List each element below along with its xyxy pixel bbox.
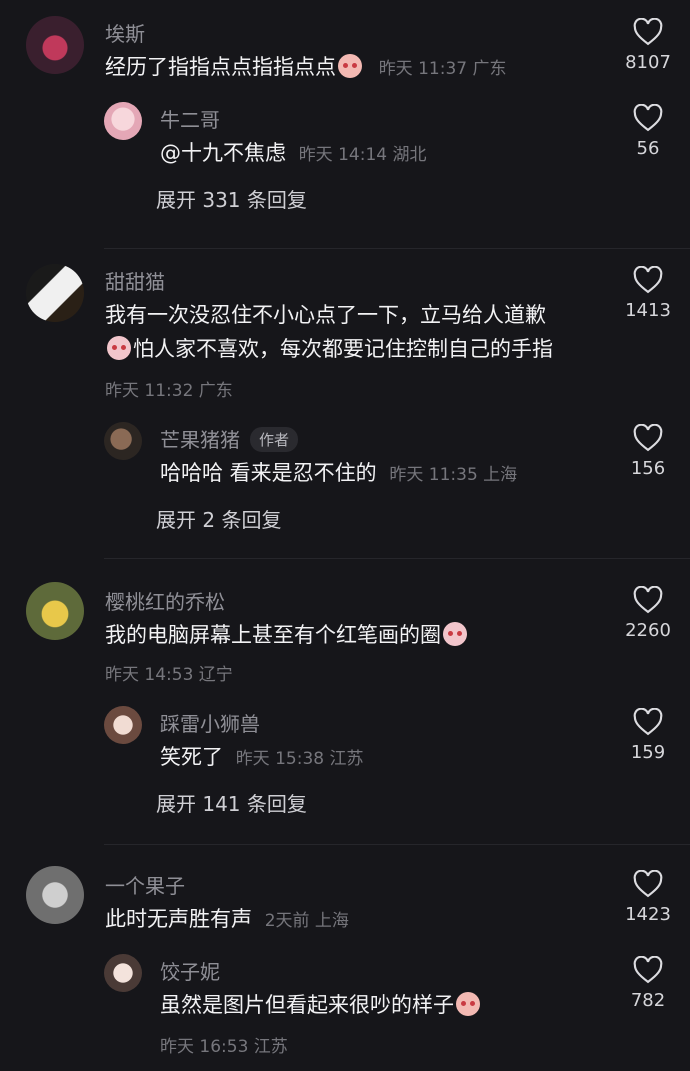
- like-count: 2260: [625, 620, 671, 641]
- like-count: 1423: [625, 904, 671, 925]
- like-button[interactable]: 2260: [608, 586, 688, 641]
- heart-outline-icon: [633, 586, 663, 614]
- avatar[interactable]: [104, 706, 142, 744]
- like-count: 1413: [625, 300, 671, 321]
- like-button[interactable]: 56: [608, 104, 688, 159]
- divider: [104, 248, 690, 249]
- like-count: 56: [636, 138, 660, 159]
- comment-text: 经历了指指点点指指点点 昨天 11:37 广东: [105, 54, 507, 79]
- crying-face-emoji: [107, 336, 131, 360]
- avatar[interactable]: [26, 16, 84, 74]
- comment-username[interactable]: 埃斯: [105, 18, 145, 47]
- like-button[interactable]: 8107: [608, 18, 688, 73]
- like-button[interactable]: 156: [608, 424, 688, 479]
- reply-meta: 昨天 16:53 江苏: [160, 1037, 288, 1057]
- like-count: 8107: [625, 52, 671, 73]
- avatar[interactable]: [104, 422, 142, 460]
- comment-username[interactable]: 樱桃红的乔松: [105, 586, 225, 615]
- like-button[interactable]: 159: [608, 708, 688, 763]
- comment-text: 我有一次没忍住不小心点了一下，立马给人道歉: [105, 303, 546, 327]
- avatar[interactable]: [26, 582, 84, 640]
- like-button[interactable]: 1413: [608, 266, 688, 321]
- like-button[interactable]: 782: [608, 956, 688, 1011]
- comment-meta: 昨天 14:53 辽宁: [105, 665, 233, 685]
- reply-username[interactable]: 牛二哥: [160, 104, 220, 133]
- heart-outline-icon: [633, 870, 663, 898]
- reply-username[interactable]: 踩雷小狮兽: [160, 708, 260, 737]
- reply-meta: 昨天 15:38 江苏: [235, 749, 364, 769]
- blushing-face-emoji: [338, 54, 362, 78]
- comment-meta: 2天前 上海: [264, 911, 349, 931]
- comment-username[interactable]: 甜甜猫: [105, 266, 165, 295]
- heart-outline-icon: [633, 18, 663, 46]
- divider: [104, 558, 690, 559]
- like-button[interactable]: 1423: [608, 870, 688, 925]
- like-count: 159: [630, 742, 666, 763]
- crying-face-emoji: [443, 622, 467, 646]
- divider: [104, 844, 690, 845]
- reply-text: @十九不焦虑 昨天 14:14 湖北: [160, 141, 427, 165]
- reply-text: 笑死了 昨天 15:38 江苏: [160, 745, 364, 769]
- heart-outline-icon: [633, 266, 663, 294]
- comment-meta: 昨天 11:32 广东: [105, 381, 233, 401]
- blushing-face-emoji: [456, 992, 480, 1016]
- heart-outline-icon: [633, 956, 663, 984]
- heart-outline-icon: [633, 104, 663, 132]
- expand-replies-button[interactable]: 展开 141 条回复: [156, 788, 307, 817]
- comment-text: 此时无声胜有声 2天前 上海: [105, 907, 349, 931]
- reply-text: 哈哈哈 看来是忍不住的 昨天 11:35 上海: [160, 461, 518, 485]
- like-count: 782: [630, 990, 666, 1011]
- avatar[interactable]: [26, 264, 84, 322]
- author-badge: 作者: [250, 427, 299, 452]
- reply-text: 虽然是图片但看起来很吵的样子: [160, 988, 482, 1022]
- reply-meta: 昨天 14:14 湖北: [298, 145, 427, 165]
- comment-text: 我的电脑屏幕上甚至有个红笔画的圈: [105, 618, 469, 652]
- expand-replies-button[interactable]: 展开 331 条回复: [156, 184, 307, 213]
- expand-replies-button[interactable]: 展开 2 条回复: [156, 504, 281, 533]
- avatar[interactable]: [104, 102, 142, 140]
- avatar[interactable]: [104, 954, 142, 992]
- comment-username[interactable]: 一个果子: [105, 870, 185, 899]
- comment-meta: 昨天 11:37 广东: [378, 59, 507, 79]
- reply-meta: 昨天 11:35 上海: [389, 465, 518, 485]
- like-count: 156: [630, 458, 666, 479]
- avatar[interactable]: [26, 866, 84, 924]
- heart-outline-icon: [633, 424, 663, 452]
- heart-outline-icon: [633, 708, 663, 736]
- reply-username[interactable]: 饺子妮: [160, 956, 220, 985]
- reply-username[interactable]: 芒果猪猪 作者: [160, 424, 299, 453]
- comment-text: 怕人家不喜欢，每次都要记住控制自己的手指: [105, 332, 553, 366]
